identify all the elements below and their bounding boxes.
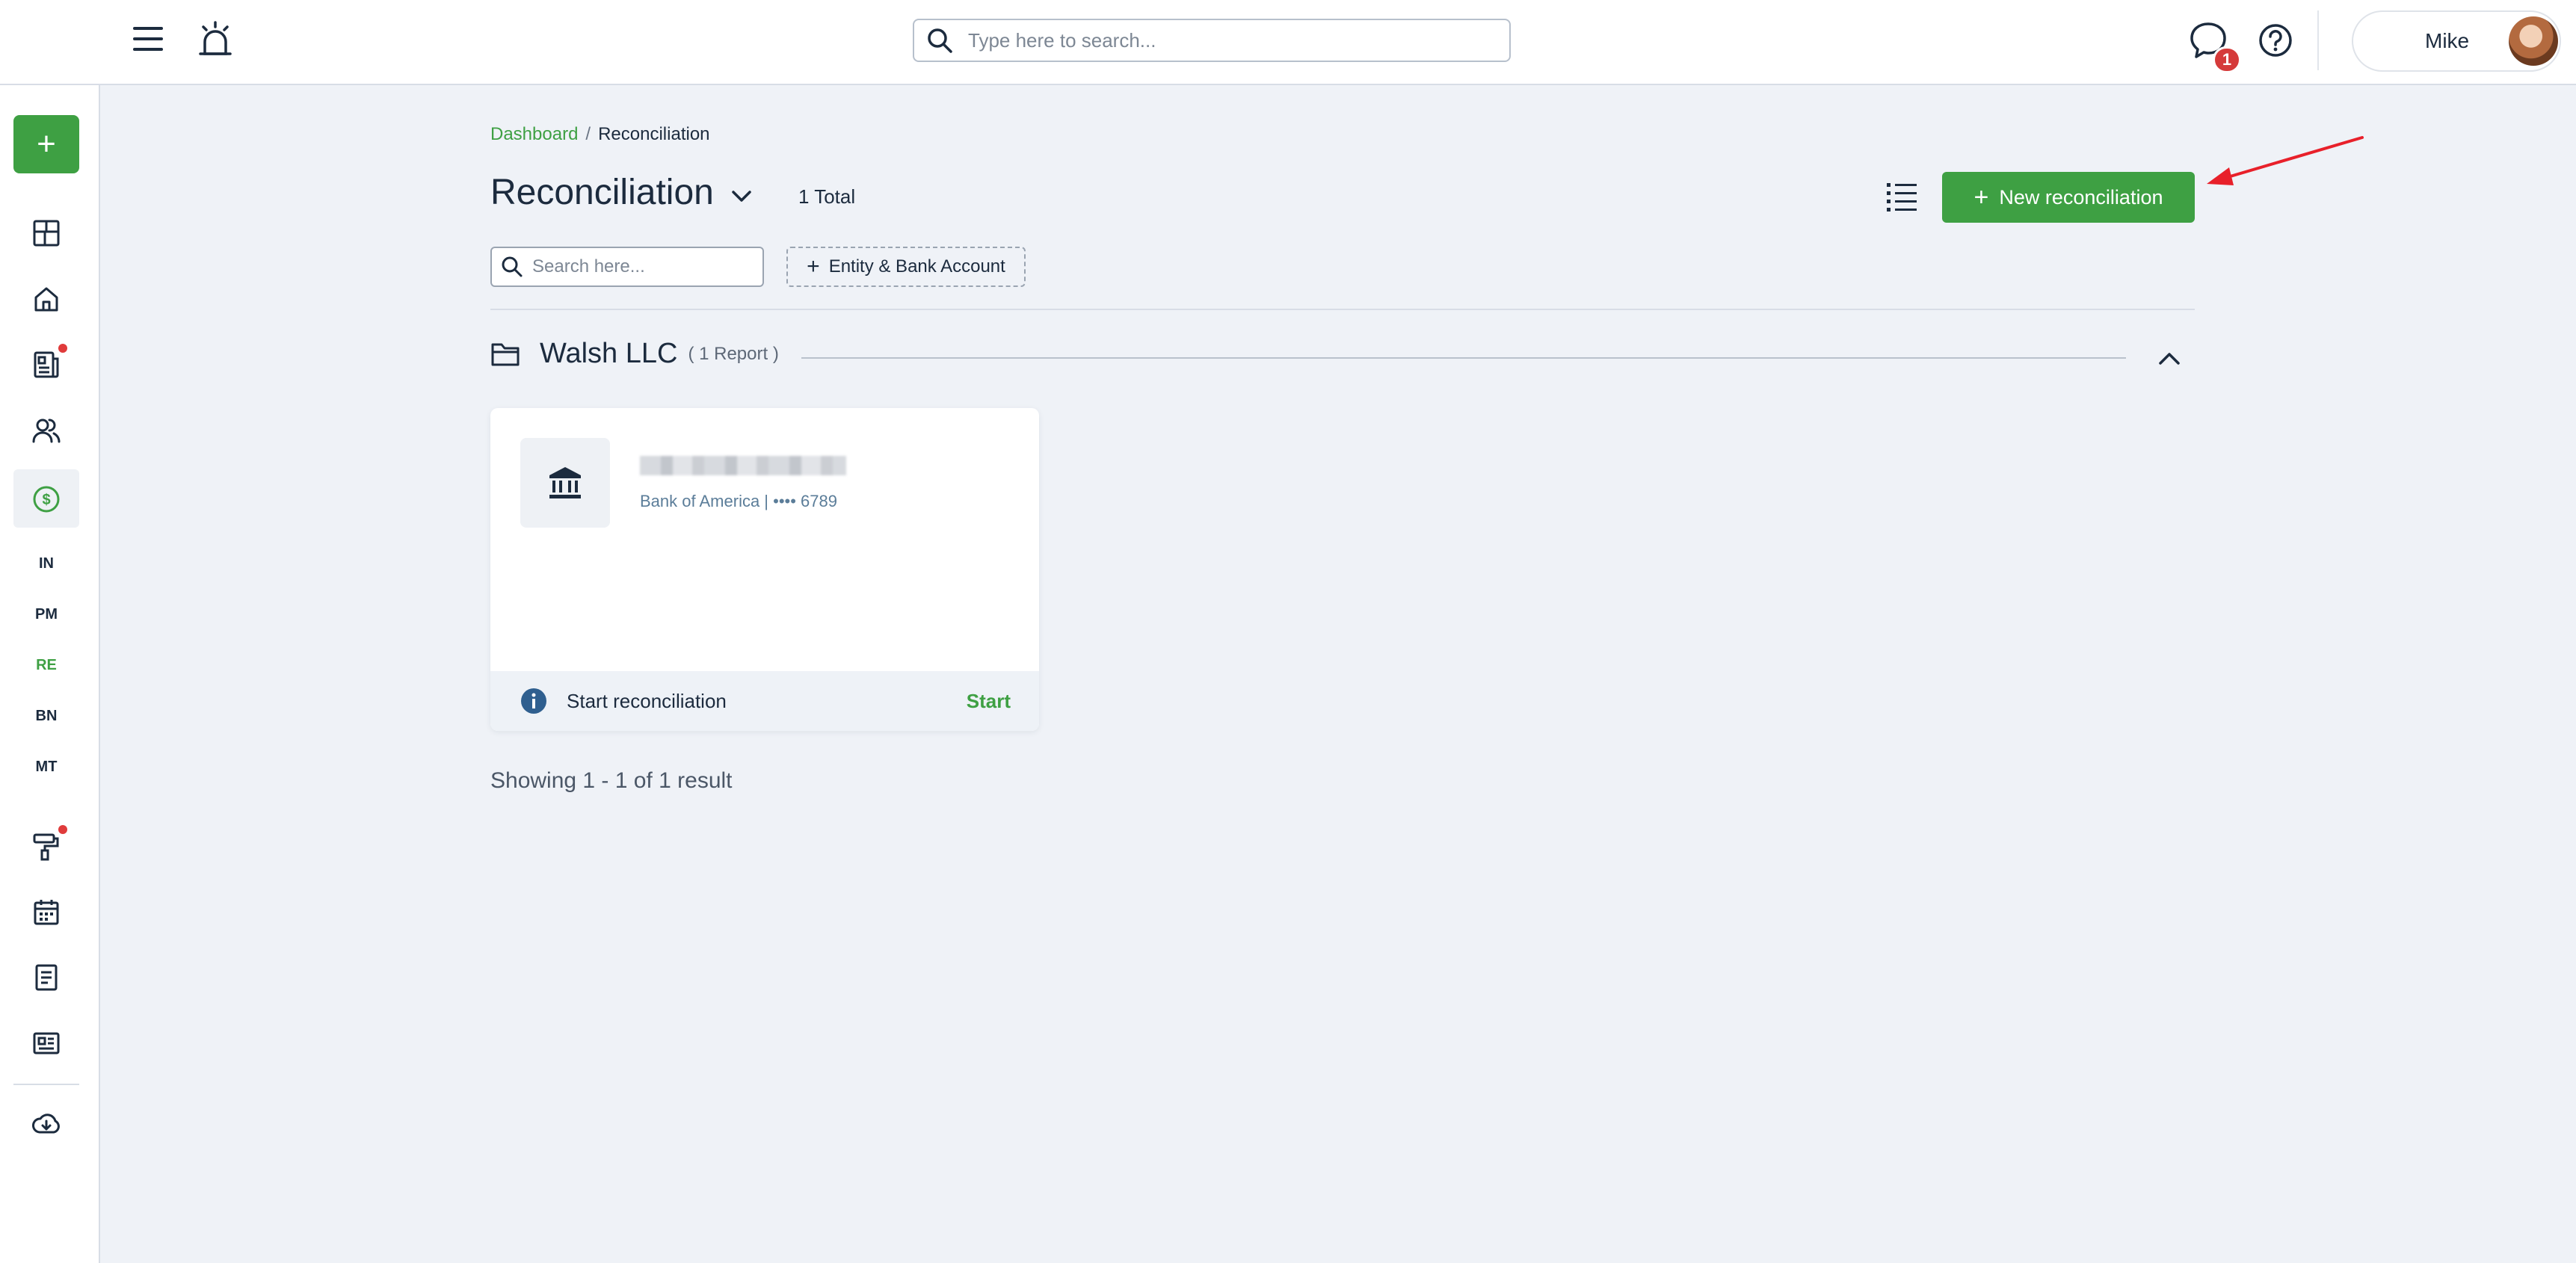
global-search-input[interactable]	[968, 28, 1461, 52]
total-count: 1 Total	[798, 185, 856, 208]
breadcrumb-current: Reconciliation	[598, 124, 710, 144]
breadcrumb: Dashboard / Reconciliation	[490, 124, 710, 145]
documents-notification-dot	[58, 344, 67, 353]
annotation-arrow	[2207, 136, 2364, 185]
user-menu[interactable]: Mike	[2352, 10, 2561, 72]
hamburger-menu-icon[interactable]	[132, 22, 164, 55]
topbar-divider	[2317, 10, 2319, 70]
breadcrumb-separator: /	[585, 124, 591, 144]
dollar-icon[interactable]: $	[28, 481, 64, 517]
start-reconciliation-text: Start reconciliation	[567, 689, 727, 712]
sidebar-item-bn[interactable]: BN	[13, 708, 79, 725]
paint-roller-icon[interactable]	[28, 828, 64, 864]
entity-filter-label: Entity & Bank Account	[828, 256, 1005, 277]
folder-icon	[491, 343, 520, 365]
info-icon	[521, 688, 546, 714]
card-footer: Start reconciliation Start	[490, 671, 1039, 731]
chevron-up-icon[interactable]	[2154, 345, 2184, 372]
chevron-down-icon[interactable]	[730, 172, 753, 213]
sidebar-item-mt[interactable]: MT	[13, 759, 79, 776]
group-report-count: ( 1 Report )	[688, 343, 779, 364]
start-link[interactable]: Start	[967, 690, 1011, 713]
bank-icon-box	[520, 438, 610, 528]
search-icon	[928, 28, 952, 53]
list-search[interactable]	[490, 247, 764, 287]
pagination-summary: Showing 1 - 1 of 1 result	[490, 768, 733, 793]
alarm-icon[interactable]	[197, 21, 233, 58]
section-divider	[490, 309, 2195, 310]
home-icon[interactable]	[28, 281, 64, 317]
entity-bank-account-filter[interactable]: + Entity & Bank Account	[786, 247, 1026, 287]
group-header: Walsh LLC ( 1 Report )	[490, 338, 779, 370]
avatar	[2509, 16, 2558, 66]
sidebar-item-pm[interactable]: PM	[13, 606, 79, 623]
reconciliation-card[interactable]: Bank of America | •••• 6789 Start reconc…	[490, 408, 1039, 731]
sidebar-item-re[interactable]: RE	[13, 657, 79, 674]
page-title-text: Reconciliation	[490, 173, 714, 212]
bank-icon	[549, 467, 581, 498]
sidebar-divider	[13, 1084, 79, 1085]
cloud-download-icon[interactable]	[28, 1106, 64, 1142]
calendar-icon[interactable]	[28, 894, 64, 930]
new-reconciliation-button[interactable]: + New reconciliation	[1942, 172, 2195, 223]
svg-text:$: $	[42, 492, 50, 508]
list-search-input[interactable]	[532, 256, 757, 277]
left-sidebar: + $ IN PM RE BN MT	[0, 85, 100, 1263]
paint-notification-dot	[58, 825, 67, 834]
group-name: Walsh LLC	[540, 338, 678, 369]
account-details: Bank of America | •••• 6789	[640, 492, 837, 510]
news-icon[interactable]	[28, 1025, 64, 1061]
search-icon	[502, 256, 523, 277]
notes-icon[interactable]	[28, 960, 64, 995]
plus-icon: +	[1973, 182, 1989, 211]
new-reconciliation-label: New reconciliation	[1999, 185, 2163, 209]
page-title: Reconciliation	[490, 172, 753, 213]
group-divider	[801, 357, 2126, 359]
top-bar: 1 Mike	[0, 0, 2576, 85]
dashboard-icon[interactable]	[28, 215, 64, 251]
add-button[interactable]: +	[13, 115, 79, 173]
blurred-account-name	[640, 456, 846, 475]
plus-icon: +	[807, 254, 820, 279]
sidebar-item-in[interactable]: IN	[13, 555, 79, 572]
breadcrumb-dashboard-link[interactable]: Dashboard	[490, 124, 578, 144]
help-icon[interactable]	[2258, 22, 2293, 58]
list-view-icon[interactable]	[1885, 179, 1918, 212]
chat-badge: 1	[2213, 46, 2241, 73]
people-icon[interactable]	[28, 413, 64, 448]
documents-icon[interactable]	[28, 347, 64, 383]
global-search[interactable]	[913, 19, 1511, 62]
user-name: Mike	[2425, 29, 2470, 52]
